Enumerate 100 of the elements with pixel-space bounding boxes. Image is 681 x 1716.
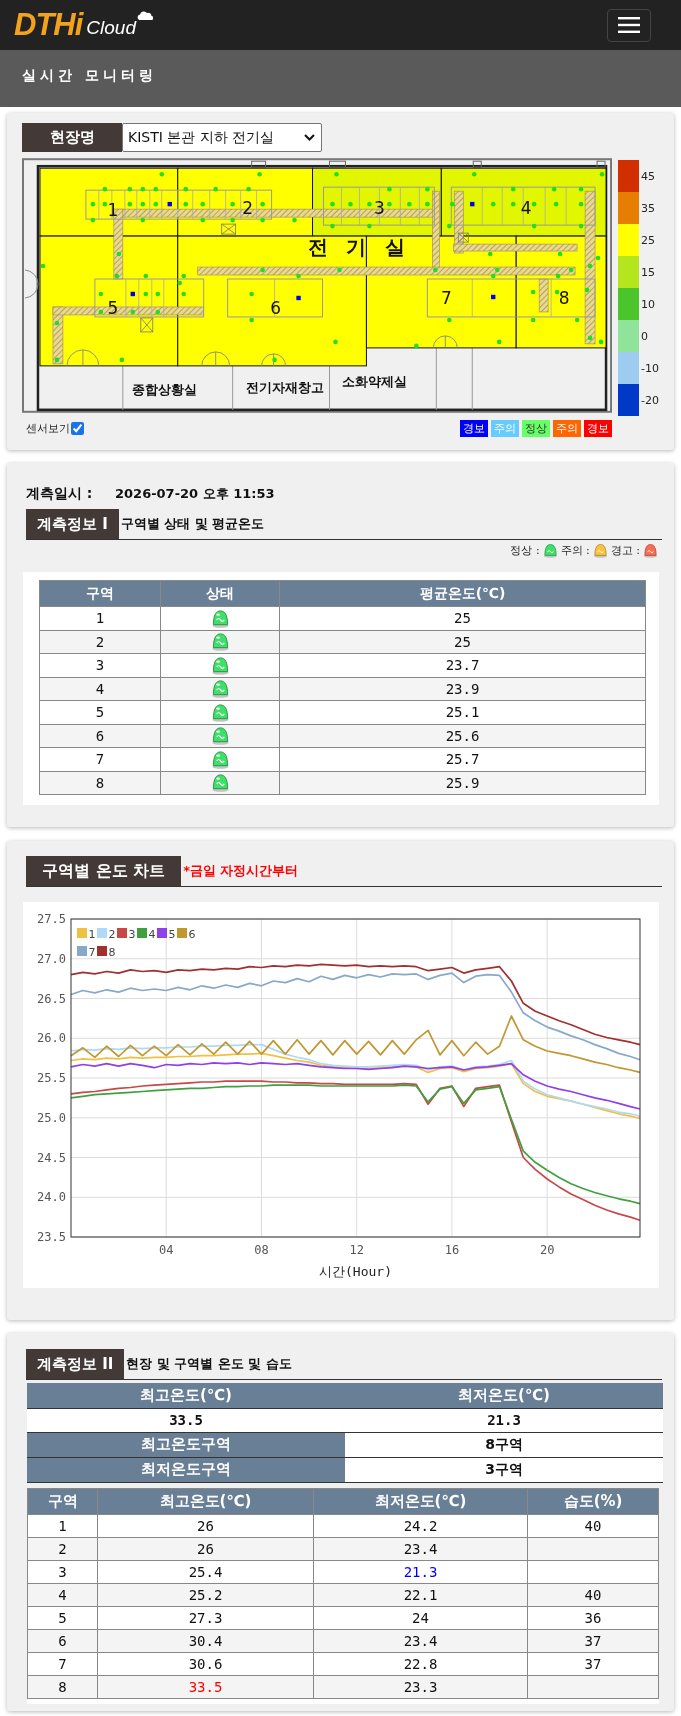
zone-number: 6 xyxy=(270,297,281,318)
sensor-toggle-label: 센서보기 xyxy=(26,420,70,436)
sensor-dot-icon xyxy=(510,186,516,192)
measured-time-label: 계측일시 : xyxy=(26,485,94,503)
sensor-dot-icon xyxy=(595,255,601,261)
sensor-dot-icon xyxy=(155,291,161,297)
scale-label: -10 xyxy=(641,361,659,375)
sensor-dot-icon xyxy=(98,291,104,297)
sensor-dot-icon xyxy=(578,186,584,192)
zone-number: 1 xyxy=(107,200,119,221)
scale-label: 35 xyxy=(641,201,656,215)
legend-badge: 경보 xyxy=(460,419,488,437)
sensor-dot-icon xyxy=(531,201,537,207)
sensor-dot-icon xyxy=(183,201,189,207)
sensor-dot-icon xyxy=(530,289,536,295)
axis-tick-label: 23.5 xyxy=(37,1230,66,1244)
sensor-dot-icon xyxy=(574,317,580,323)
sensor-dot-icon xyxy=(260,267,265,273)
column-header: 구역 xyxy=(39,580,161,607)
table-cell: 37 xyxy=(527,1652,659,1675)
table-cell: 4 xyxy=(27,1583,98,1606)
axis-tick-label: 25.0 xyxy=(37,1110,66,1125)
sensor-dot-icon xyxy=(568,267,574,273)
room-name: 소화약제실 xyxy=(341,373,407,389)
status-legend-label: 경고 : xyxy=(610,542,640,558)
sensor-dot-icon xyxy=(54,357,60,363)
table-cell: 21.3 xyxy=(345,1408,663,1432)
sensor-dot-icon xyxy=(159,171,165,177)
sensor-dot-icon xyxy=(599,171,605,177)
zone-number: 8 xyxy=(558,287,570,308)
sensor-dot-icon xyxy=(555,273,561,279)
legend-label: 1 xyxy=(88,927,96,941)
zone-number: 4 xyxy=(520,198,532,219)
menu-button[interactable] xyxy=(607,8,651,42)
menu-icon xyxy=(618,17,640,33)
column-header: 최저온도(℃) xyxy=(313,1488,528,1514)
axis-tick-label: 24.0 xyxy=(37,1190,66,1205)
section-badge: 계측정보 II xyxy=(26,1349,125,1379)
table-cell: 25.9 xyxy=(279,771,646,795)
sensor-dot-icon xyxy=(90,201,96,207)
table-cell: 25 xyxy=(279,606,646,630)
sensor-checkbox[interactable] xyxy=(71,421,84,435)
scale-label: 0 xyxy=(641,329,649,343)
room-name: 종합상황실 xyxy=(132,381,198,397)
table-cell: 22.1 xyxy=(313,1583,528,1606)
table-cell: 3 xyxy=(39,653,161,677)
legend-label: 4 xyxy=(148,927,156,941)
sensor-dot-icon xyxy=(257,171,262,177)
table-cell: 1 xyxy=(27,1514,98,1537)
crossed-rectangle xyxy=(457,232,469,243)
sensor-dot-icon xyxy=(447,223,452,229)
site-label: 현장명 xyxy=(22,123,122,152)
table-cell: 2 xyxy=(39,630,161,654)
status-legend-label: 주의 : xyxy=(560,542,590,558)
axis-tick-label: 24.5 xyxy=(37,1150,66,1165)
site-select[interactable]: KISTI 본관 지하 전기실 xyxy=(122,123,322,152)
table-cell: 6 xyxy=(39,724,161,748)
sensor-dot-icon xyxy=(183,186,189,192)
sensor-dot-icon xyxy=(127,186,133,192)
hatched-wall xyxy=(538,278,549,313)
table-cell: 1 xyxy=(39,606,161,630)
table-cell: 25.1 xyxy=(279,700,646,724)
sensor-dot-icon xyxy=(587,335,593,341)
scale-label: 15 xyxy=(641,265,656,279)
zone-number: 3 xyxy=(374,198,385,219)
sensor-dot-icon xyxy=(140,201,146,207)
sensor-dot-icon xyxy=(200,201,205,207)
sensor-dot-icon xyxy=(447,317,452,323)
table-cell: 8 xyxy=(39,771,161,795)
legend-label: 6 xyxy=(188,927,196,941)
sensor-dot-icon xyxy=(348,201,353,207)
section-title: 구역별 상태 및 평균온도 xyxy=(120,515,265,533)
table-cell: 40 xyxy=(527,1514,659,1537)
legend-label: 2 xyxy=(108,927,116,941)
legend-badge: 정상 xyxy=(522,419,550,437)
axis-tick-label: 26.5 xyxy=(37,991,66,1006)
sensor-dot-icon xyxy=(487,251,493,257)
sensor-dot-icon xyxy=(153,186,159,192)
legend-badge: 경보 xyxy=(584,419,612,437)
sensor-dot-icon xyxy=(433,267,438,273)
sensor-dot-icon xyxy=(554,289,560,295)
sensor-dot-icon xyxy=(143,273,149,279)
sensor-dot-icon xyxy=(230,201,235,207)
table-cell: 24 xyxy=(313,1606,528,1629)
sensor-dot-icon xyxy=(496,339,502,345)
axis-tick-label: 26.0 xyxy=(37,1031,66,1046)
crossed-rectangle xyxy=(221,223,237,235)
table-cell: 23.4 xyxy=(313,1629,528,1652)
sensor-dot-icon xyxy=(272,357,277,363)
table-cell: 33.5 xyxy=(27,1408,345,1432)
sensor-dot-icon xyxy=(114,273,120,279)
table-cell: 24.2 xyxy=(313,1514,528,1537)
sensor-dot-icon xyxy=(140,217,146,223)
column-header: 최고온도(℃) xyxy=(97,1488,314,1514)
sensor-dot-icon xyxy=(54,320,60,326)
table-cell: 23.7 xyxy=(279,653,646,677)
table-cell: 23.4 xyxy=(313,1537,528,1560)
row-header: 최고온도구역 xyxy=(27,1432,345,1457)
room-name: 전기자재창고 xyxy=(245,379,324,395)
door-swing xyxy=(261,353,286,367)
